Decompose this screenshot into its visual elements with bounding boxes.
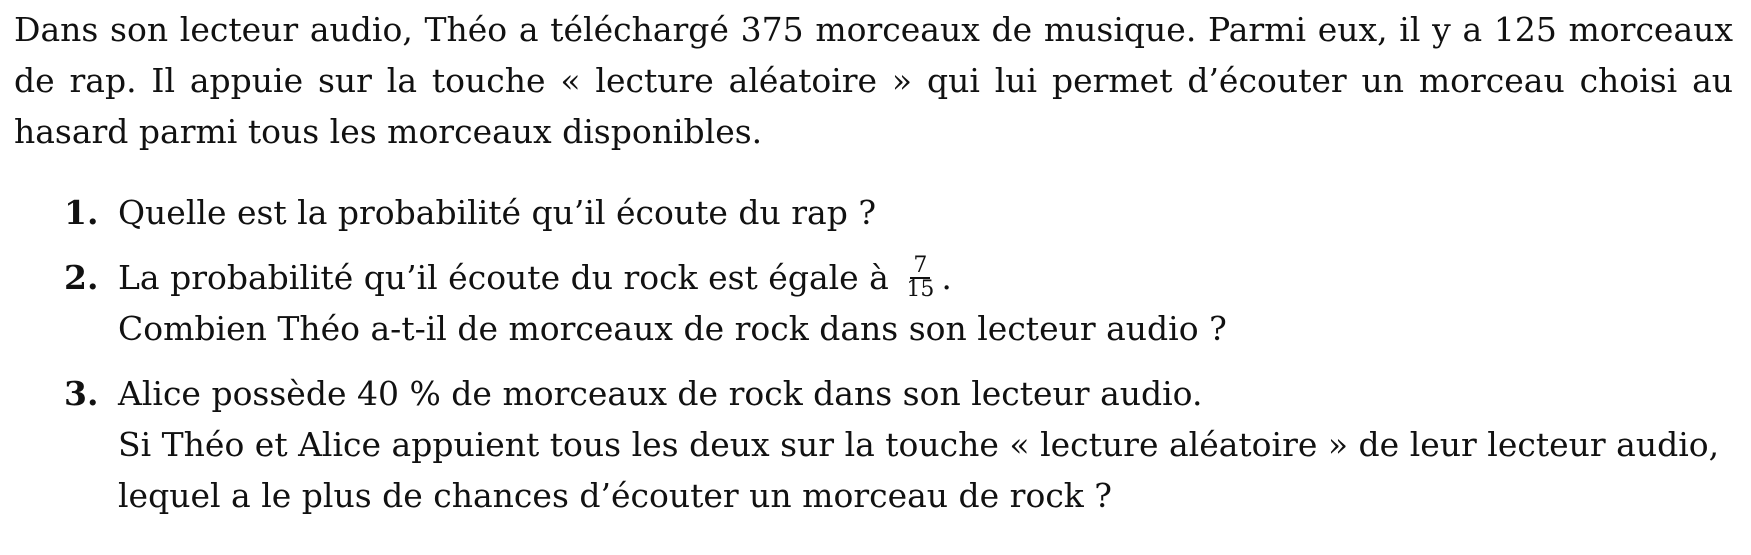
question-number: 3. — [64, 374, 99, 413]
fraction-numerator: 7 — [910, 255, 931, 279]
question-text-line: lequel a le plus de chances d’écouter un… — [118, 476, 1112, 515]
question-3: 3. Alice possède 40 % de morceaux de roc… — [14, 368, 1733, 521]
question-number: 2. — [64, 258, 99, 297]
question-text-before-fraction: La probabilité qu’il écoute du rock est … — [118, 258, 889, 297]
question-text-line: Combien Théo a-t-il de morceaux de rock … — [118, 309, 1227, 348]
question-number: 1. — [64, 193, 99, 232]
question-list: 1. Quelle est la probabilité qu’il écout… — [14, 187, 1733, 521]
question-2: 2. La probabilité qu’il écoute du rock e… — [14, 252, 1733, 354]
fraction: 7 15 — [903, 255, 937, 301]
question-text-after-fraction: . — [941, 258, 952, 297]
question-text-line: Alice possède 40 % de morceaux de rock d… — [118, 374, 1203, 413]
intro-paragraph: Dans son lecteur audio, Théo a télécharg… — [14, 10, 1733, 151]
exercise-page: Dans son lecteur audio, Théo a télécharg… — [0, 0, 1751, 555]
fraction-denominator: 15 — [906, 277, 935, 302]
question-1: 1. Quelle est la probabilité qu’il écout… — [14, 187, 1733, 238]
question-text-line: La probabilité qu’il écoute du rock est … — [118, 252, 1733, 303]
question-text-line: Si Théo et Alice appuient tous les deux … — [118, 425, 1720, 464]
question-text: Quelle est la probabilité qu’il écoute d… — [118, 193, 877, 232]
